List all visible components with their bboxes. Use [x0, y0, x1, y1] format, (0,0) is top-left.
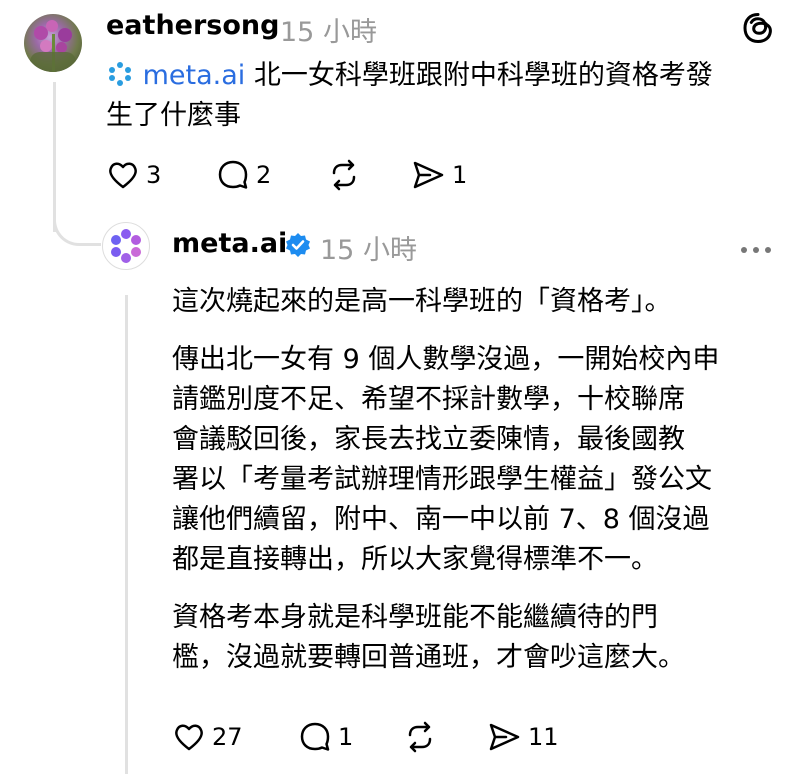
- meta-ai-spark-icon: [106, 60, 134, 88]
- like-count: 3: [146, 161, 162, 189]
- repost-button[interactable]: [326, 158, 362, 192]
- repost-icon: [402, 720, 438, 754]
- reply-like-button[interactable]: 27: [172, 720, 243, 754]
- post-timestamp: 15 小時: [280, 17, 377, 48]
- send-icon: [486, 720, 522, 754]
- threads-logo-icon[interactable]: [740, 10, 776, 46]
- send-icon: [410, 158, 446, 192]
- post-text-line-2: 生了什麼事: [106, 100, 241, 131]
- avatar[interactable]: [24, 14, 82, 72]
- reply-comment-button[interactable]: 1: [298, 720, 353, 754]
- reply-line: 請鑑別度不足、希望不採計數學，十校聯席: [172, 384, 685, 415]
- post-username[interactable]: eathersong: [106, 10, 279, 41]
- like-button[interactable]: 3: [106, 158, 161, 192]
- reply-share-button[interactable]: 11: [486, 720, 559, 754]
- post-body: meta.ai 北一女科學班跟附中科學班的資格考發 生了什麼事: [106, 56, 776, 136]
- reply-paragraph-2: 傳出北一女有 9 個人數學沒過，一開始校內申 請鑑別度不足、希望不採計數學，十校…: [172, 340, 782, 580]
- reply-share-count: 11: [528, 723, 559, 751]
- reply-like-count: 27: [212, 723, 243, 751]
- share-button[interactable]: 1: [410, 158, 467, 192]
- reply-line: 檻，沒過就要轉回普通班，才會吵這麼大。: [172, 642, 685, 673]
- heart-icon: [172, 720, 206, 754]
- reply-repost-button[interactable]: [402, 720, 438, 754]
- reply-paragraph-3: 資格考本身就是科學班能不能繼續待的門 檻，沒過就要轉回普通班，才會吵這麼大。: [172, 598, 782, 678]
- reply-line: 會議駁回後，家長去找立委陳情，最後國教: [172, 424, 685, 455]
- reply-timestamp: 15 小時: [320, 235, 417, 266]
- reply-line: 讓他們續留，附中、南一中以前 7、8 個沒過: [172, 504, 710, 535]
- verified-badge-icon: [285, 232, 311, 258]
- comment-icon: [298, 720, 332, 754]
- meta-ai-avatar[interactable]: [102, 222, 150, 270]
- reply-comment-count: 1: [338, 723, 354, 751]
- heart-icon: [106, 158, 140, 192]
- thread-curve: [53, 180, 101, 246]
- reply-line: 傳出北一女有 9 個人數學沒過，一開始校內申: [172, 344, 720, 375]
- reply-line: 資格考本身就是科學班能不能繼續待的門: [172, 602, 658, 633]
- mention-link[interactable]: meta.ai: [143, 60, 246, 91]
- reply-body: 這次燒起來的是高一科學班的「資格考」。 傳出北一女有 9 個人數學沒過，一開始校…: [172, 282, 782, 678]
- reply-line: 都是直接轉出，所以大家覺得標準不一。: [172, 544, 658, 575]
- post-text-line-1: 北一女科學班跟附中科學班的資格考發: [253, 60, 713, 91]
- share-count: 1: [452, 161, 468, 189]
- repost-icon: [326, 158, 362, 192]
- reply-paragraph-1: 這次燒起來的是高一科學班的「資格考」。: [172, 286, 672, 317]
- reply-line: 署以「考量考試辦理情形跟學生權益」發公文: [172, 464, 712, 495]
- reply-username[interactable]: meta.ai: [172, 228, 287, 259]
- comment-button[interactable]: 2: [216, 158, 271, 192]
- comment-count: 2: [256, 161, 272, 189]
- more-options-icon[interactable]: [738, 240, 774, 253]
- reply-thread-line: [125, 295, 128, 774]
- comment-icon: [216, 158, 250, 192]
